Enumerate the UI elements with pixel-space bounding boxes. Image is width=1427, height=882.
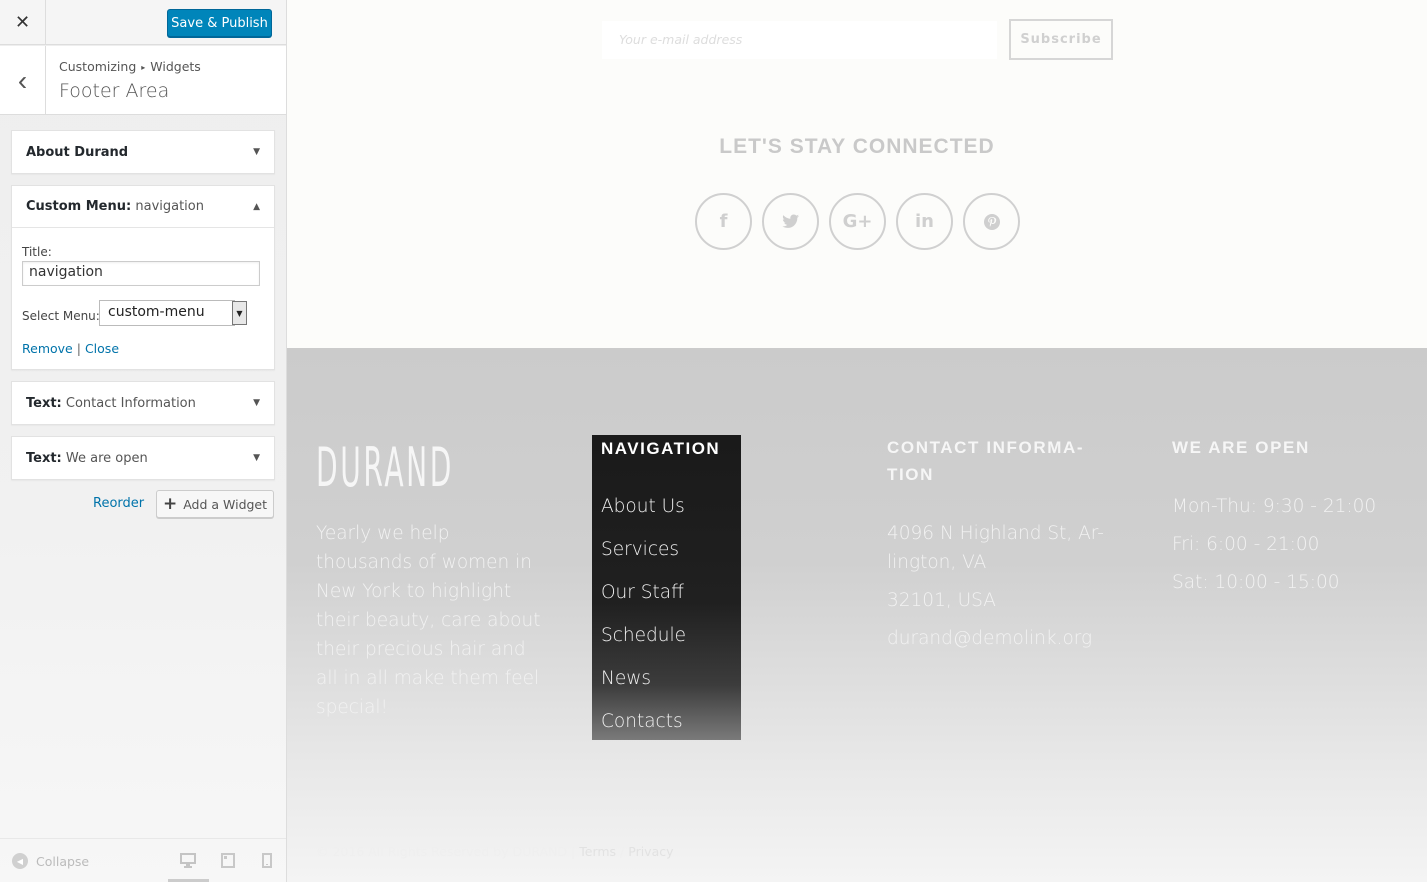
widget-type: Text:: [26, 395, 62, 411]
google-plus-icon[interactable]: G+: [829, 193, 886, 250]
contact-title-line: CONTACT INFORMA-: [887, 438, 1085, 457]
dropdown-arrow-icon[interactable]: ▼: [232, 301, 247, 325]
breadcrumb: Customizing ▸ Widgets: [59, 59, 201, 74]
collapse-arrow-icon: ◀: [12, 853, 28, 869]
contact-title: CONTACT INFORMA- TION: [887, 434, 1084, 488]
title-input[interactable]: navigation: [22, 261, 260, 286]
collapse-label: Collapse: [36, 853, 90, 869]
nav-link-about[interactable]: About Us: [601, 496, 685, 517]
nav-link-staff[interactable]: Our Staff: [601, 582, 684, 603]
select-menu-label: Select Menu:: [22, 309, 100, 323]
linkedin-icon[interactable]: in: [896, 193, 953, 250]
customizer-panel: ✕ Save & Publish ‹ Customizing ▸ Widgets F…: [0, 0, 287, 882]
site-preview: Your e-mail address Subscribe LET'S STAY…: [287, 0, 1427, 882]
widget-title: We are open: [65, 450, 148, 466]
add-widget-button[interactable]: + Add a Widget: [156, 490, 274, 518]
hours-line: Fri: 6:00 - 21:00: [1172, 534, 1320, 555]
contact-email-link[interactable]: durand@demolink.org: [887, 624, 1092, 653]
widget-type: Custom Menu:: [26, 199, 132, 214]
navigation-title: NAVIGATION: [601, 439, 721, 458]
widget-header[interactable]: Text: Contact Information ▼: [12, 382, 274, 424]
logo-text: DURAND: [316, 436, 454, 499]
contact-zip: 32101, USA: [887, 590, 996, 611]
panel-header: ✕ Save & Publish: [0, 0, 286, 45]
widget-title: navigation: [135, 199, 204, 214]
contact-title-line: TION: [887, 465, 935, 484]
facebook-icon[interactable]: f: [695, 193, 752, 250]
mobile-preview-icon[interactable]: [262, 853, 272, 871]
terms-link[interactable]: Terms: [579, 844, 616, 859]
navigation-widget: NAVIGATION About Us Services Our Staff S…: [592, 435, 741, 740]
widget-text-open: Text: We are open ▼: [11, 436, 275, 480]
nav-link-news[interactable]: News: [601, 668, 651, 689]
collapse-button[interactable]: ◀ Collapse: [12, 853, 89, 869]
widget-type: Text:: [26, 450, 62, 466]
breadcrumb-customizing: Customizing: [59, 59, 137, 74]
close-customizer-button[interactable]: ✕: [0, 0, 46, 45]
widget-header[interactable]: Custom Menu: navigation ▲: [12, 186, 274, 228]
stay-connected-heading: LET'S STAY CONNECTED: [719, 135, 995, 158]
slash-separator: /: [620, 844, 625, 859]
widget-header[interactable]: Text: We are open ▼: [12, 437, 274, 479]
section-header: ‹ Customizing ▸ Widgets Footer Area: [0, 46, 286, 115]
separator: |: [76, 341, 81, 356]
nav-link-schedule[interactable]: Schedule: [601, 625, 686, 646]
copyright: © 2016 All Rights Reserved by DURAND | T…: [316, 844, 674, 859]
contact-address: 4096 N Highland St, Ar- lington, VA: [887, 519, 1104, 577]
hours-line: Mon-Thu: 9:30 - 21:00: [1172, 496, 1377, 517]
widget-type: About Durand: [26, 144, 129, 160]
desktop-preview-icon[interactable]: [180, 853, 196, 871]
open-title: WE ARE OPEN: [1172, 438, 1310, 457]
privacy-link[interactable]: Privacy: [628, 844, 673, 859]
section-title: Footer Area: [59, 80, 170, 102]
panel-footer: ◀ Collapse: [0, 838, 286, 882]
close-link[interactable]: Close: [85, 341, 119, 356]
save-publish-button[interactable]: Save & Publish: [167, 9, 272, 37]
email-input[interactable]: Your e-mail address: [602, 21, 997, 59]
newsletter-section: Your e-mail address Subscribe LET'S STAY…: [287, 0, 1427, 348]
nav-link-services[interactable]: Services: [601, 539, 679, 560]
collapse-arrow-icon[interactable]: ▲: [253, 202, 260, 212]
widget-text-contact: Text: Contact Information ▼: [11, 381, 275, 425]
widget-actions: Remove | Close: [22, 341, 119, 356]
tablet-preview-icon[interactable]: [221, 853, 235, 871]
remove-link[interactable]: Remove: [22, 341, 73, 356]
twitter-icon[interactable]: [762, 193, 819, 250]
expand-arrow-icon[interactable]: ▼: [253, 147, 260, 157]
expand-arrow-icon[interactable]: ▼: [253, 453, 260, 463]
nav-link-contacts[interactable]: Contacts: [601, 711, 683, 732]
address-line: 4096 N Highland St, Ar-: [887, 523, 1104, 544]
chevron-left-icon: ‹: [17, 64, 28, 96]
about-text: Yearly we help thousands of women in New…: [316, 523, 541, 718]
widget-about-durand: About Durand ▼: [11, 130, 275, 174]
menu-select[interactable]: custom-menu: [99, 300, 235, 326]
address-line: lington, VA: [887, 552, 987, 573]
widget-title: Contact Information: [65, 395, 196, 411]
expand-arrow-icon[interactable]: ▼: [253, 398, 260, 408]
widget-form: Title: navigation Select Menu: custom-me…: [12, 228, 274, 369]
title-label: Title:: [22, 245, 52, 259]
back-button[interactable]: ‹: [0, 46, 46, 115]
breadcrumb-widgets: Widgets: [150, 59, 201, 74]
site-footer: DURAND Yearly we help thousands of women…: [287, 348, 1427, 882]
widget-custom-menu: Custom Menu: navigation ▲ Title: navigat…: [11, 185, 275, 370]
copyright-text: © 2016 All Rights Reserved by DURAND |: [316, 844, 576, 859]
reorder-link[interactable]: Reorder: [93, 496, 144, 511]
plus-icon: +: [162, 494, 178, 514]
subscribe-button[interactable]: Subscribe: [1009, 19, 1113, 60]
durand-logo[interactable]: DURAND: [316, 441, 581, 495]
breadcrumb-separator-icon: ▸: [141, 63, 146, 72]
hours-line: Sat: 10:00 - 15:00: [1172, 572, 1340, 593]
close-icon: ✕: [14, 12, 31, 32]
add-widget-label: Add a Widget: [183, 496, 268, 512]
widget-header[interactable]: About Durand ▼: [12, 131, 274, 173]
pinterest-icon[interactable]: [963, 193, 1020, 250]
